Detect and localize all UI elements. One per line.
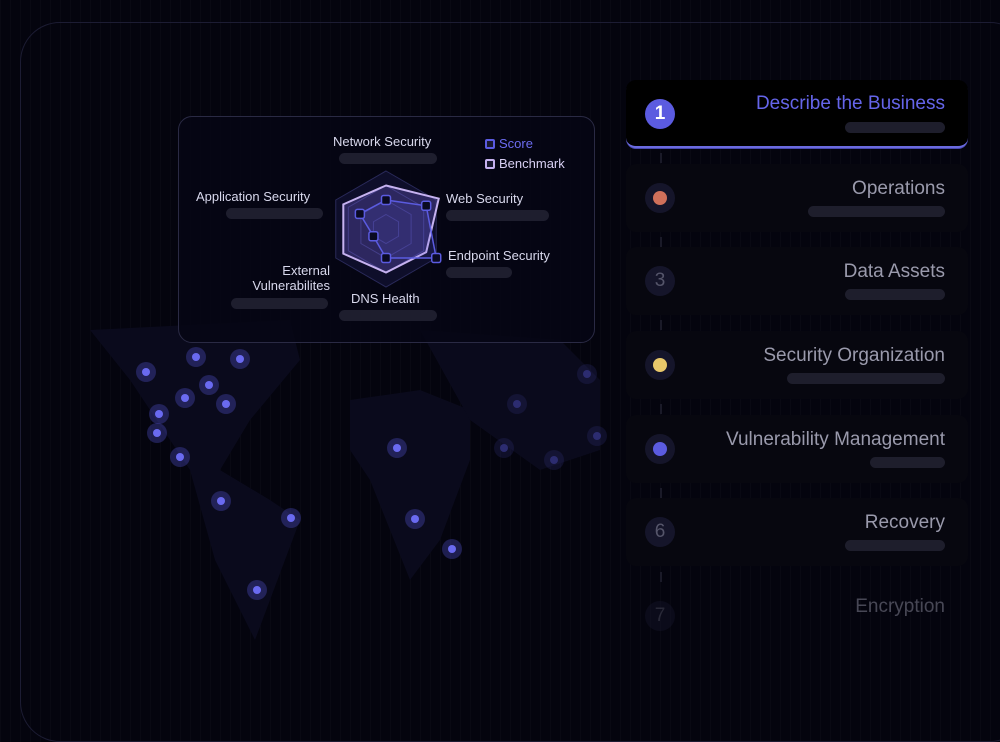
continent-shape — [90, 320, 300, 640]
step-connector — [660, 487, 662, 498]
placeholder-bar — [787, 373, 945, 385]
step-connector — [660, 404, 662, 415]
axis-label-external: External — [282, 263, 330, 278]
axis-label-external-2: Vulnerabilites — [252, 278, 330, 293]
location-marker[interactable] — [507, 394, 527, 414]
score-point — [430, 252, 442, 264]
step-item[interactable]: Operations — [626, 163, 968, 232]
placeholder-bar — [339, 153, 437, 164]
step-item[interactable]: 6 Recovery — [626, 498, 968, 567]
location-marker[interactable] — [230, 349, 250, 369]
placeholder-bar — [446, 210, 549, 221]
axis-label-network: Network Security — [333, 134, 432, 149]
location-marker[interactable] — [199, 375, 219, 395]
placeholder-bar — [446, 267, 512, 278]
location-marker[interactable] — [442, 539, 462, 559]
step-connector — [660, 153, 662, 163]
placeholder-bar — [845, 540, 945, 552]
score-point — [420, 200, 432, 212]
benchmark-swatch-icon — [485, 158, 495, 169]
placeholder-bar — [845, 122, 945, 133]
placeholder-bar — [845, 289, 945, 301]
status-dot-icon — [653, 441, 667, 456]
axis-label-dns: DNS Health — [351, 291, 420, 306]
step-number: 1 — [654, 103, 666, 124]
step-item[interactable]: 7 Encryption — [626, 582, 968, 650]
location-marker[interactable] — [405, 509, 425, 529]
location-marker[interactable] — [170, 447, 190, 467]
step-number: 3 — [654, 270, 666, 292]
placeholder-bar — [339, 310, 437, 321]
location-marker[interactable] — [587, 426, 607, 446]
legend-benchmark-label: Benchmark — [499, 156, 565, 171]
location-marker[interactable] — [281, 508, 301, 528]
step-marker: 6 — [645, 517, 675, 548]
location-marker[interactable] — [544, 450, 564, 470]
location-marker[interactable] — [577, 364, 597, 384]
step-marker: 3 — [645, 266, 675, 297]
step-connector — [660, 571, 662, 582]
score-point — [380, 252, 392, 264]
score-point — [368, 231, 379, 242]
location-marker[interactable] — [147, 423, 167, 443]
step-item[interactable]: Security Organization — [626, 331, 968, 400]
steps-list: 1 Describe the Business Operations 3 Data As… — [626, 80, 968, 666]
step-connector — [660, 236, 662, 247]
legend-score-label: Score — [499, 136, 533, 151]
score-swatch-icon — [485, 138, 495, 149]
placeholder-bar — [870, 456, 945, 468]
axis-label-endpoint: Endpoint Security — [448, 248, 550, 263]
step-label: Security Organization — [763, 345, 945, 367]
radar-card: Network Security Web Security Endpoint S… — [178, 116, 595, 343]
location-marker[interactable] — [494, 438, 514, 458]
step-marker — [645, 350, 675, 381]
legend-benchmark: Benchmark — [485, 156, 565, 171]
location-marker[interactable] — [136, 362, 156, 382]
step-label: Operations — [852, 177, 945, 199]
step-label: Recovery — [864, 512, 945, 534]
step-label: Encryption — [855, 596, 945, 618]
location-marker[interactable] — [211, 491, 231, 511]
score-point — [354, 208, 366, 220]
step-label: Vulnerability Management — [726, 428, 945, 450]
location-marker[interactable] — [186, 347, 206, 367]
step-number: 6 — [654, 521, 666, 543]
step-marker: 7 — [645, 601, 675, 632]
step-item[interactable]: 1 Describe the Business — [626, 80, 968, 148]
step-connector — [660, 320, 662, 331]
step-label: Data Assets — [843, 261, 945, 283]
step-number: 7 — [654, 605, 666, 627]
axis-label-application: Application Security — [196, 189, 311, 204]
step-marker — [645, 182, 675, 213]
location-marker[interactable] — [387, 438, 407, 458]
placeholder-bar — [231, 298, 328, 309]
status-dot-icon — [653, 190, 667, 205]
location-marker[interactable] — [149, 404, 169, 424]
step-marker: 1 — [645, 99, 675, 129]
step-label: Describe the Business — [755, 93, 945, 114]
step-item[interactable]: Vulnerability Management — [626, 414, 968, 483]
placeholder-bar — [226, 208, 323, 219]
score-point — [380, 194, 392, 206]
location-marker[interactable] — [175, 388, 195, 408]
step-marker — [645, 433, 675, 464]
axis-label-web: Web Security — [446, 191, 524, 206]
placeholder-bar — [808, 205, 945, 217]
step-item[interactable]: 3 Data Assets — [626, 247, 968, 316]
legend-score: Score — [485, 136, 533, 151]
status-dot-icon — [653, 358, 667, 373]
location-marker[interactable] — [216, 394, 236, 414]
location-marker[interactable] — [247, 580, 267, 600]
